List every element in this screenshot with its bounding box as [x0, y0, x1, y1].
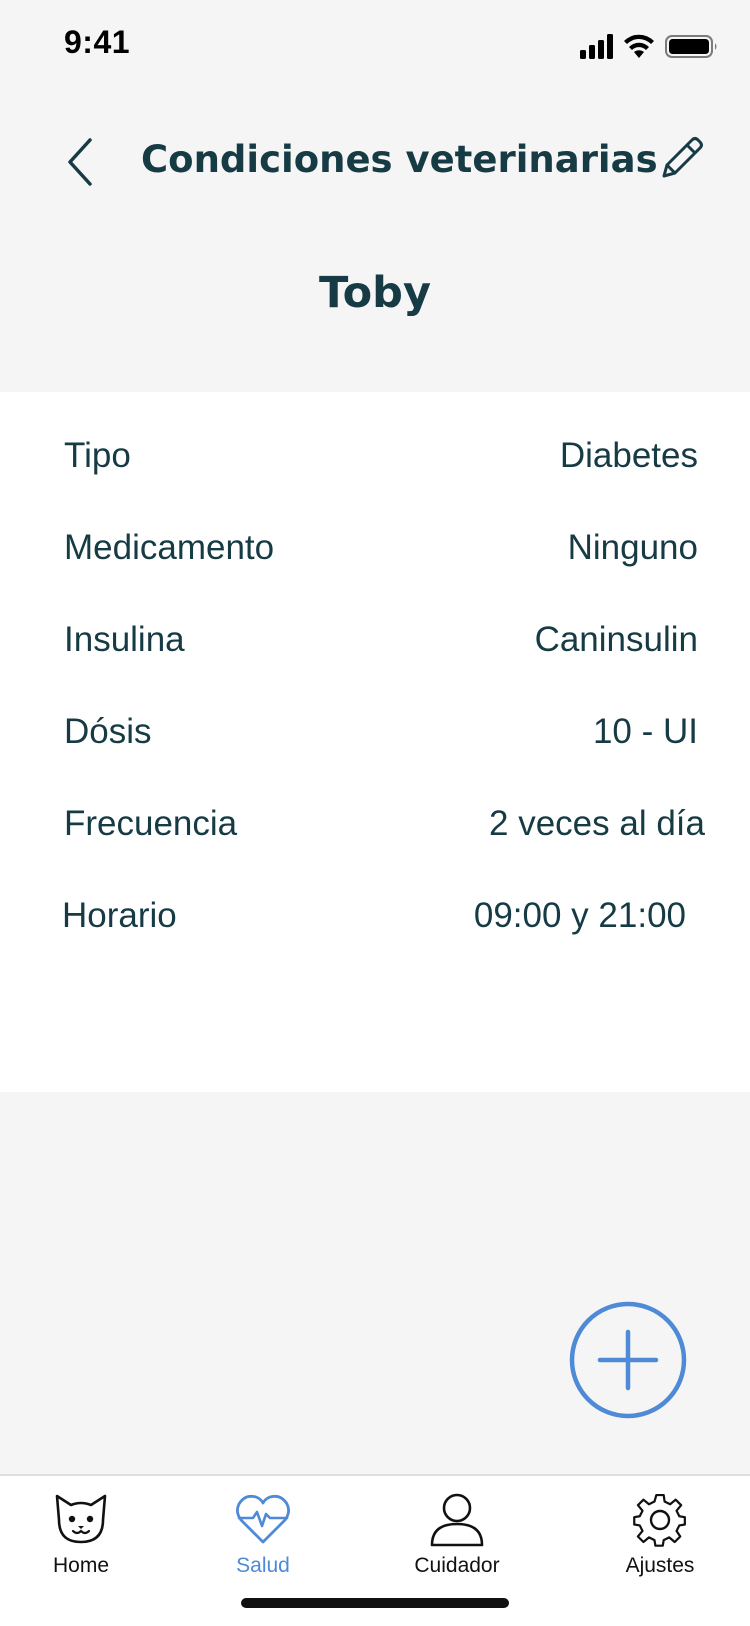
- detail-value: Ninguno: [567, 528, 698, 567]
- status-icons: [580, 34, 717, 59]
- tab-ajustes[interactable]: Ajustes: [585, 1490, 735, 1590]
- tab-label: Ajustes: [625, 1554, 695, 1577]
- detail-row-medicamento: Medicamento Ninguno: [0, 520, 750, 580]
- detail-label: Frecuencia: [64, 804, 238, 843]
- person-icon: [430, 1493, 484, 1547]
- detail-value: 2 veces al día: [489, 804, 705, 843]
- gear-icon: [633, 1493, 686, 1547]
- page-title: Condiciones veterinarias: [141, 138, 658, 181]
- edit-button[interactable]: [656, 134, 706, 184]
- cat-icon: [55, 1494, 107, 1544]
- detail-row-horario: Horario 09:00 y 21:00: [0, 888, 750, 948]
- tab-salud[interactable]: Salud: [188, 1490, 338, 1590]
- tab-cuidador[interactable]: Cuidador: [382, 1490, 532, 1590]
- detail-value: Diabetes: [559, 436, 698, 475]
- pet-name: Toby: [319, 268, 431, 318]
- home-indicator: [241, 1598, 509, 1608]
- header: Condiciones veterinarias Toby: [0, 90, 750, 390]
- detail-value: 10 - UI: [592, 712, 698, 751]
- add-button[interactable]: [569, 1301, 687, 1419]
- detail-row-insulina: Insulina Caninsulin: [0, 612, 750, 672]
- detail-label: Horario: [62, 896, 177, 935]
- detail-label: Dósis: [64, 712, 152, 751]
- detail-label: Medicamento: [64, 528, 275, 567]
- wifi-icon: [624, 34, 654, 58]
- tab-label: Salud: [236, 1554, 290, 1577]
- status-time: 9:41: [64, 24, 131, 60]
- status-bar: 9:41: [0, 0, 750, 90]
- detail-row-frecuencia: Frecuencia 2 veces al día: [0, 796, 750, 856]
- detail-value: 09:00 y 21:00: [473, 896, 686, 935]
- tab-label: Home: [52, 1554, 110, 1577]
- back-button[interactable]: [56, 134, 106, 190]
- plus-icon: [569, 1301, 687, 1419]
- heart-pulse-icon: [236, 1494, 290, 1544]
- battery-icon: [665, 35, 717, 58]
- tab-home[interactable]: Home: [6, 1490, 156, 1590]
- signal-icon: [580, 34, 613, 59]
- detail-value: Caninsulin: [534, 620, 698, 659]
- detail-row-dosis: Dósis 10 - UI: [0, 704, 750, 764]
- chevron-left-icon: [68, 138, 92, 186]
- tab-label: Cuidador: [414, 1554, 500, 1577]
- detail-label: Insulina: [64, 620, 185, 659]
- detail-row-tipo: Tipo Diabetes: [0, 428, 750, 488]
- detail-label: Tipo: [64, 436, 131, 475]
- condition-details: Tipo Diabetes Medicamento Ninguno Insuli…: [0, 392, 750, 1092]
- pencil-icon: [662, 137, 703, 178]
